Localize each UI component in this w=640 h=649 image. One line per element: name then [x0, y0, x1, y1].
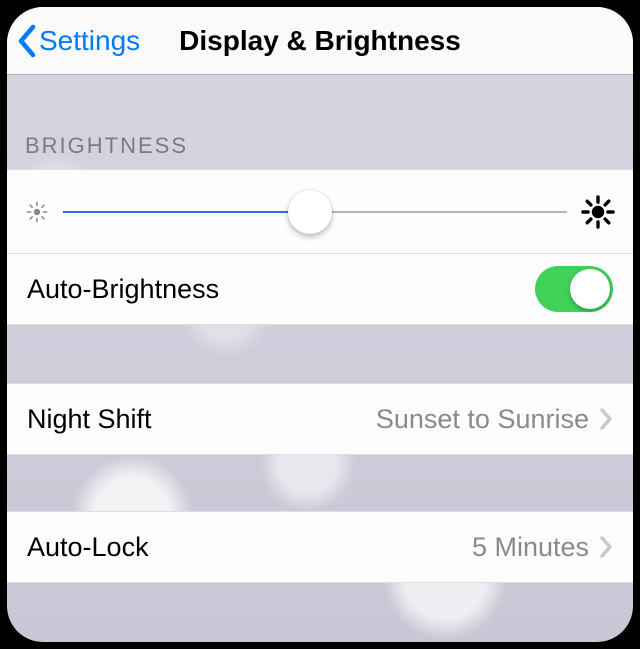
settings-screen: Settings Display & Brightness Brightness: [7, 7, 633, 642]
nav-bar: Settings Display & Brightness: [7, 7, 633, 75]
back-button[interactable]: Settings: [17, 24, 140, 58]
night-shift-row[interactable]: Night Shift Sunset to Sunrise: [7, 383, 633, 455]
divider-gap: [7, 325, 633, 383]
slider-thumb[interactable]: [288, 190, 332, 234]
night-shift-label: Night Shift: [27, 404, 152, 435]
slider-track-fill: [63, 211, 310, 213]
chevron-right-icon: [599, 536, 613, 558]
brightness-slider-row: [7, 169, 633, 253]
section-header-brightness: Brightness: [7, 75, 633, 169]
chevron-right-icon: [599, 408, 613, 430]
brightness-slider[interactable]: [63, 193, 567, 231]
divider-gap: [7, 455, 633, 511]
brightness-low-icon: [25, 200, 49, 224]
auto-lock-row[interactable]: Auto-Lock 5 Minutes: [7, 511, 633, 583]
auto-lock-value: 5 Minutes: [472, 532, 589, 563]
auto-brightness-row: Auto-Brightness: [7, 253, 633, 325]
chevron-left-icon: [17, 24, 37, 58]
toggle-knob: [570, 269, 610, 309]
auto-lock-label: Auto-Lock: [27, 532, 149, 563]
auto-brightness-label: Auto-Brightness: [27, 274, 219, 305]
back-label: Settings: [39, 25, 140, 57]
night-shift-value: Sunset to Sunrise: [376, 404, 589, 435]
auto-brightness-toggle[interactable]: [535, 266, 613, 312]
brightness-high-icon: [581, 195, 615, 229]
